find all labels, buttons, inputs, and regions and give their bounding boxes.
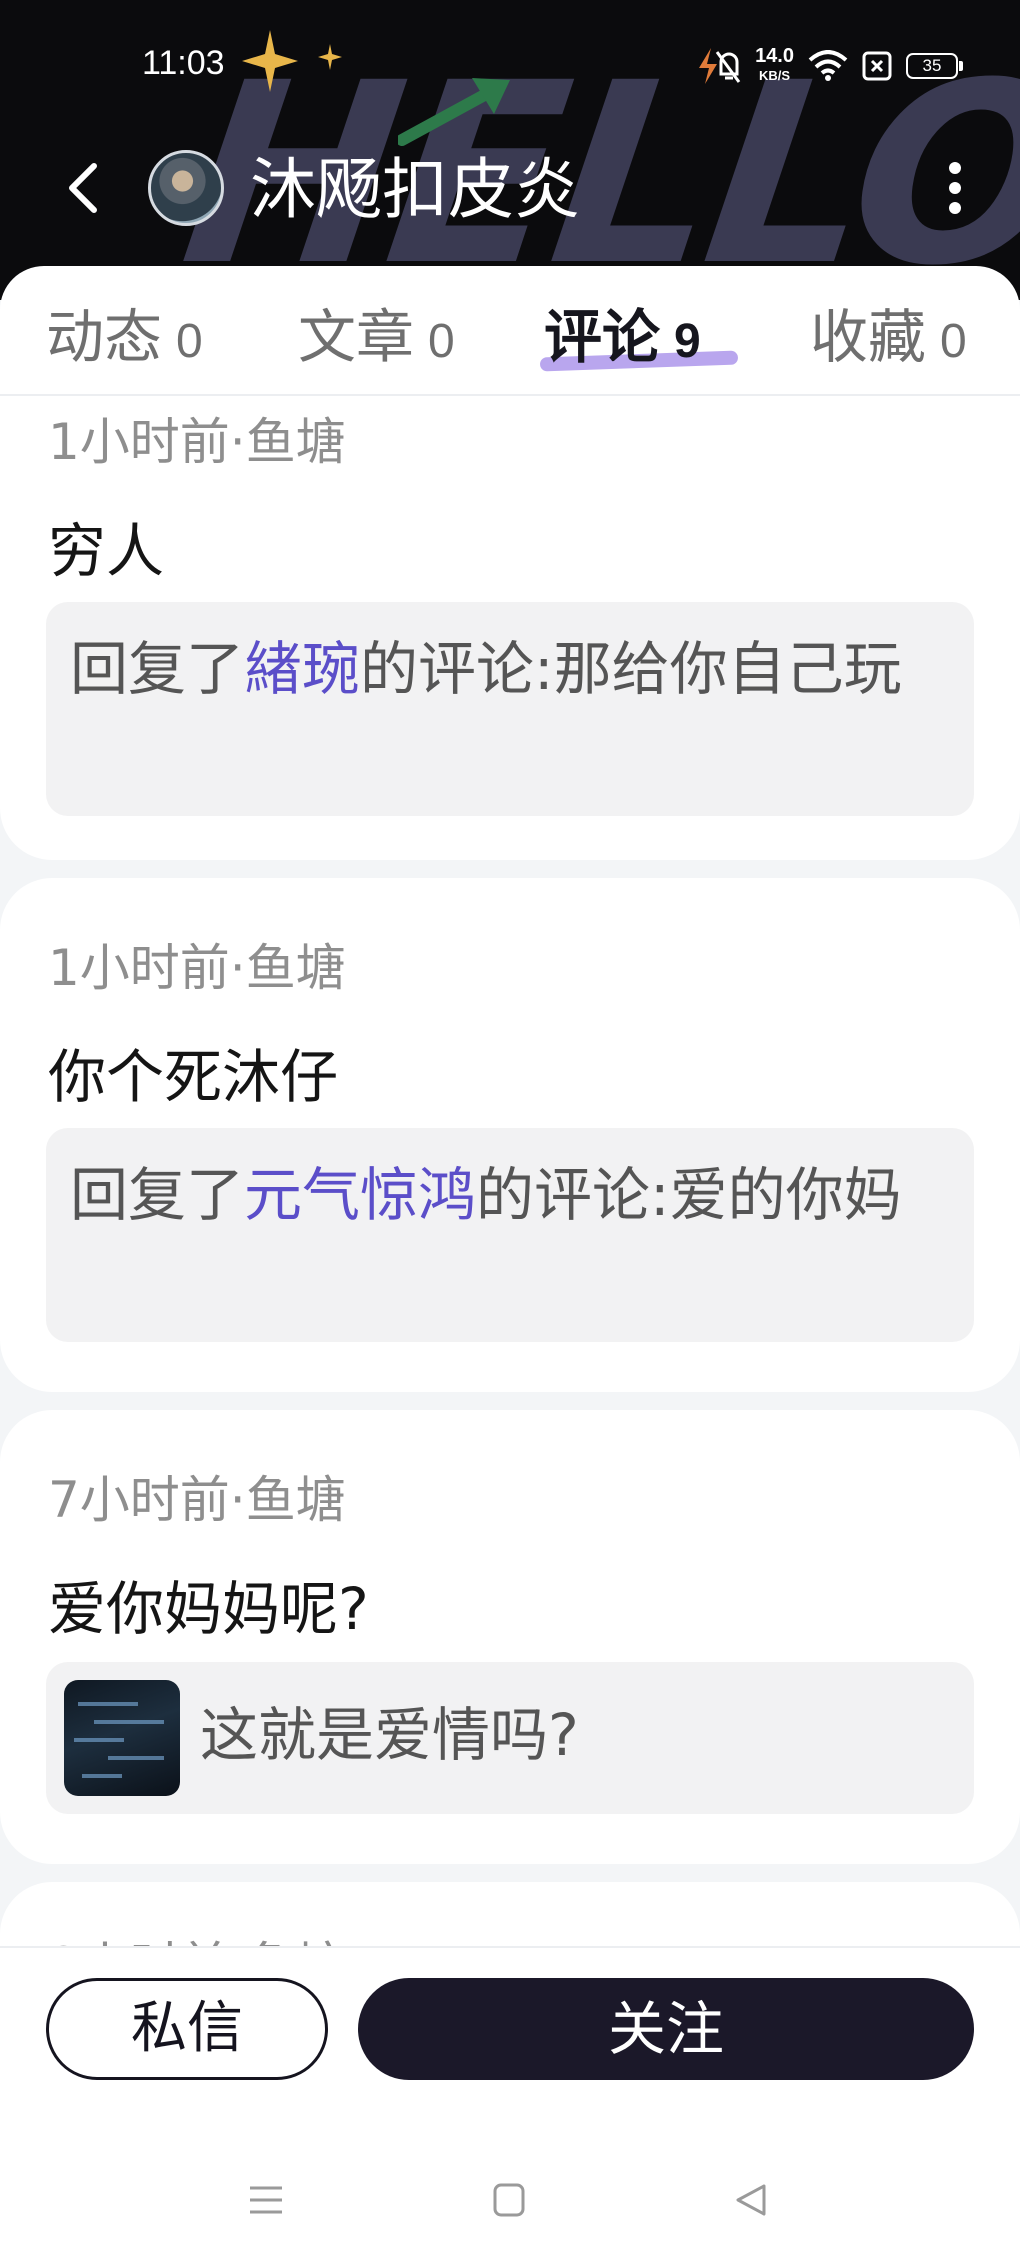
- tab-articles[interactable]: 文章 0: [298, 290, 455, 371]
- post-thumbnail: [64, 1680, 180, 1796]
- comment-meta: 9小时前·鱼塘: [48, 1926, 346, 1946]
- comment-text: 爱你妈妈呢?: [48, 1575, 369, 1643]
- tab-label: 文章: [298, 303, 415, 371]
- reply-text: 的评论:爱的你妈: [476, 1161, 902, 1229]
- profile-header: HELLO 11:03 14.0 KB/S 35 沐飏扣皮炎: [0, 0, 1020, 300]
- action-bar: 私信 关注: [0, 1946, 1020, 2267]
- tab-label: 评论: [544, 303, 661, 371]
- tab-favorites[interactable]: 收藏 0: [810, 290, 967, 371]
- status-time: 11:03: [142, 44, 225, 82]
- wifi-icon: [808, 50, 848, 81]
- comment-feed[interactable]: 1小时前·鱼塘 穷人 回复了緖琬的评论:那给你自己玩 1小时前·鱼塘 你个死沐仔…: [0, 396, 1020, 1946]
- comment-card[interactable]: 1小时前·鱼塘 穷人 回复了緖琬的评论:那给你自己玩: [0, 396, 1020, 860]
- comment-card[interactable]: 9小时前·鱼塘: [0, 1882, 1020, 1946]
- private-message-button[interactable]: 私信: [46, 1978, 328, 2080]
- net-speed-unit: KB/S: [759, 68, 791, 83]
- comment-text: 穷人: [48, 517, 165, 585]
- tab-dynamics[interactable]: 动态 0: [46, 290, 203, 371]
- reply-quote[interactable]: 回复了元气惊鸿的评论:爱的你妈: [46, 1128, 974, 1342]
- battery-icon: 35: [906, 53, 963, 79]
- comment-meta: 7小时前·鱼塘: [48, 1471, 346, 1529]
- back-icon[interactable]: [58, 158, 108, 218]
- sparkle-icon: [318, 44, 342, 70]
- tab-count: 0: [176, 315, 203, 368]
- profile-tabs: 动态 0 文章 0 评论 9 收藏 0: [0, 266, 1020, 396]
- menu-nav-icon[interactable]: [248, 2182, 284, 2218]
- tab-label: 收藏: [810, 303, 927, 371]
- more-options-icon[interactable]: [940, 160, 970, 216]
- comment-card[interactable]: 1小时前·鱼塘 你个死沐仔 回复了元气惊鸿的评论:爱的你妈: [0, 878, 1020, 1392]
- tab-count: 9: [674, 315, 701, 368]
- tab-comments[interactable]: 评论 9: [544, 290, 701, 371]
- reply-user-link[interactable]: 元气惊鸿: [244, 1161, 476, 1229]
- reply-user-link[interactable]: 緖琬: [244, 635, 360, 703]
- follow-button[interactable]: 关注: [358, 1978, 974, 2080]
- comment-card[interactable]: 7小时前·鱼塘 爱你妈妈呢? 这就是爱情吗?: [0, 1410, 1020, 1864]
- comment-text: 你个死沐仔: [48, 1043, 339, 1111]
- tab-label: 动态: [46, 303, 163, 371]
- reply-prefix: 回复了: [70, 635, 245, 703]
- charging-mute-icon: [699, 48, 741, 84]
- comment-meta: 1小时前·鱼塘: [48, 939, 346, 997]
- reply-prefix: 回复了: [70, 1161, 245, 1229]
- comment-meta: 1小时前·鱼塘: [48, 413, 346, 471]
- back-nav-icon[interactable]: [734, 2182, 768, 2218]
- home-nav-icon[interactable]: [492, 2182, 526, 2218]
- linked-post-title: 这就是爱情吗?: [200, 1701, 579, 1769]
- tab-count: 0: [940, 315, 967, 368]
- reply-text: 的评论:那给你自己玩: [360, 635, 902, 703]
- reply-quote[interactable]: 回复了緖琬的评论:那给你自己玩: [46, 602, 974, 816]
- tab-count: 0: [428, 315, 455, 368]
- profile-name: 沐飏扣皮炎: [250, 151, 580, 228]
- banner-arrow-icon: [398, 78, 510, 146]
- no-sim-icon: [862, 51, 892, 81]
- net-speed-value: 14.0: [755, 45, 794, 67]
- linked-post[interactable]: 这就是爱情吗?: [46, 1662, 974, 1814]
- status-icons: 14.0 KB/S 35: [695, 44, 963, 88]
- sparkle-icon: [242, 30, 298, 92]
- net-speed: 14.0 KB/S: [755, 46, 794, 86]
- avatar[interactable]: [148, 150, 224, 226]
